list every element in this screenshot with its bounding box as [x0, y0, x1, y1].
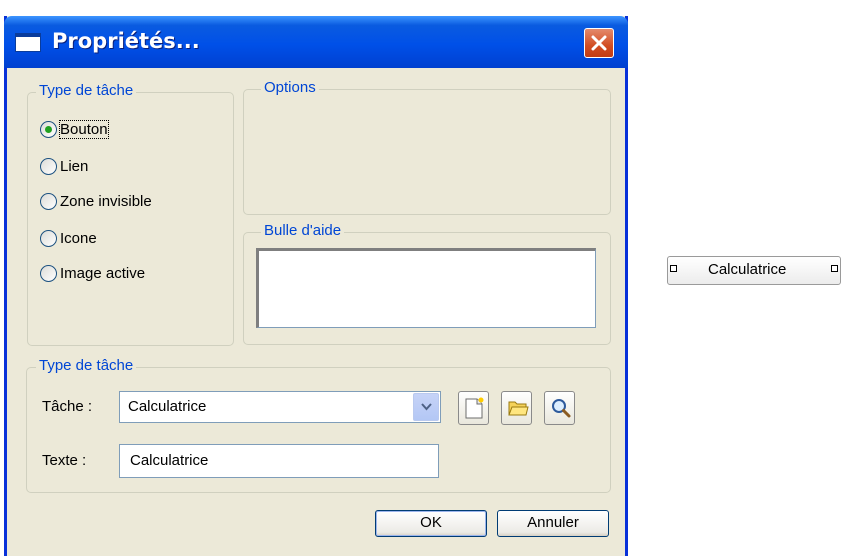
resize-handle-left-icon[interactable] [670, 265, 677, 272]
task-type-legend: Type de tâche [36, 82, 137, 99]
window-icon [15, 33, 41, 52]
radio-label-lien: Lien [60, 157, 89, 175]
text-input[interactable]: Calculatrice [119, 444, 439, 478]
cancel-button[interactable]: Annuler [497, 510, 609, 537]
radio-button[interactable] [40, 264, 57, 282]
radio-button[interactable] [40, 192, 57, 210]
radio-lien[interactable]: Lien [40, 155, 88, 177]
task-dropdown-button[interactable] [413, 393, 439, 421]
radio-label-bouton: Bouton [59, 119, 109, 139]
dropdown-arrow-icon [421, 403, 432, 411]
options-group: Options [243, 79, 611, 215]
radio-zone-invisible[interactable]: Zone invisible [40, 190, 152, 212]
task-legend: Type de tâche [36, 357, 137, 374]
search-task-button[interactable] [544, 391, 575, 425]
open-folder-icon [508, 401, 529, 416]
open-task-button[interactable] [501, 391, 532, 425]
radio-label-icone: Icone [60, 229, 97, 247]
text-label: Texte : [42, 452, 87, 469]
title-bar[interactable]: Propriétés... [4, 16, 628, 68]
close-icon [591, 35, 607, 51]
ok-button[interactable]: OK [375, 510, 487, 537]
new-document-icon [465, 397, 484, 419]
magnifier-icon [552, 399, 571, 418]
task-label: Tâche : [42, 398, 93, 415]
radio-icone[interactable]: Icone [40, 227, 97, 249]
tooltip-legend: Bulle d'aide [261, 222, 345, 239]
radio-button[interactable] [40, 157, 57, 175]
radio-label-zone-invisible: Zone invisible [60, 192, 152, 210]
options-legend: Options [261, 79, 319, 96]
radio-bouton[interactable]: Bouton [40, 118, 109, 140]
new-task-button[interactable] [458, 391, 489, 425]
resize-handle-right-icon[interactable] [831, 265, 838, 272]
text-input-value: Calculatrice [130, 452, 209, 469]
radio-image-active[interactable]: Image active [40, 262, 145, 284]
task-combobox-value: Calculatrice [128, 398, 207, 415]
tooltip-textarea[interactable] [256, 248, 596, 328]
close-button[interactable] [584, 28, 614, 58]
task-combobox[interactable]: Calculatrice [119, 391, 441, 423]
radio-button[interactable] [40, 229, 57, 247]
radio-label-image-active: Image active [60, 264, 146, 282]
radio-button-checked[interactable] [40, 120, 57, 138]
button-preview[interactable]: Calculatrice [667, 256, 841, 285]
window-title: Propriétés... [52, 29, 200, 53]
button-preview-label: Calculatrice [708, 261, 787, 278]
